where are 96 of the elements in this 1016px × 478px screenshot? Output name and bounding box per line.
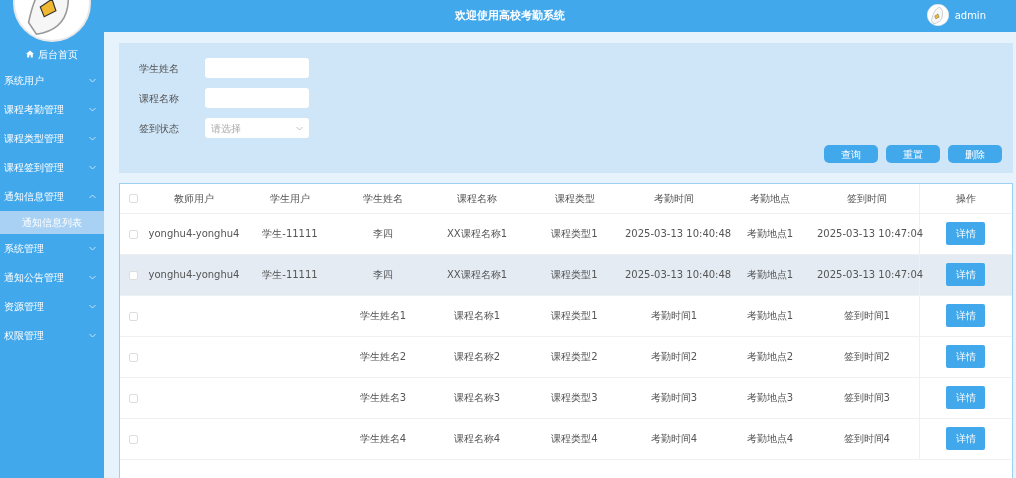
chevron-up-icon [89,194,96,199]
placeholder-text: 请选择 [211,121,241,136]
home-icon [26,50,34,58]
table-cell: 课程类型3 [551,392,598,403]
details-button[interactable]: 详情 [946,222,986,245]
checkbox[interactable] [128,352,138,362]
chevron-down-icon [89,333,96,338]
table-cell: yonghu4-yonghu4 [148,228,240,239]
action-button[interactable]: 查询 [824,145,878,163]
checkbox[interactable] [128,311,138,321]
chevron-down-icon [89,136,96,141]
table-cell: 考勤地点1 [746,269,794,280]
chevron-down-icon [89,165,96,170]
table-cell: 学生姓名1 [359,310,407,321]
table-cell: 考勤时间3 [650,392,698,403]
table-cell: 课程名称1 [453,310,501,321]
column-header: 操作 [955,192,976,204]
column-header: 课程类型 [554,192,595,204]
table-cell: 考勤地点4 [746,433,794,444]
table-cell: XX课程名称1 [446,228,508,239]
chevron-down-icon [89,246,96,251]
field-label: 课程名称 [139,91,180,106]
table-cell: 学生-11111 [262,228,318,239]
table-cell: 考勤地点2 [746,351,794,362]
input-field[interactable] [205,58,309,78]
table-cell: 学生姓名2 [359,351,407,362]
user-name: admin [954,8,986,23]
table-cell: 签到时间1 [843,310,890,321]
table-cell: 课程类型4 [551,433,598,444]
sidebar-item[interactable]: 权限管理 [0,321,104,350]
input-field[interactable] [205,88,309,108]
sidebar-item[interactable]: 课程签到管理 [0,153,104,182]
column-header: 考勤时间 [654,192,694,204]
table-cell: 2025-03-13 10:47:04 [817,269,924,280]
table-cell: 签到时间3 [843,392,890,403]
field-label: 学生姓名 [139,61,180,76]
details-button[interactable]: 详情 [946,386,986,409]
table-cell: 2025-03-13 10:47:04 [817,228,924,239]
table-cell: 课程类型1 [551,269,598,280]
column-header: 学生姓名 [363,192,403,204]
table-cell: 2025-03-13 10:40:48 [625,269,732,280]
table-cell: 李四 [373,228,393,239]
checkbox[interactable] [128,194,138,204]
table-cell: 考勤地点1 [746,228,794,239]
select-field[interactable]: 请选择 [205,118,309,138]
table-cell: 李四 [373,269,393,280]
table-cell: 课程名称3 [453,392,501,403]
checkbox[interactable] [128,270,138,280]
table-cell: 学生姓名4 [359,433,407,444]
checkbox[interactable] [128,229,138,239]
table-cell: yonghu4-yonghu4 [148,269,240,280]
chevron-down-icon [89,275,96,280]
chevron-down-icon [89,78,96,83]
table-cell: 签到时间2 [843,351,890,362]
table-cell: 课程类型2 [551,351,598,362]
checkbox[interactable] [128,393,138,403]
page-title: 欢迎使用高校考勤系统 [455,7,565,24]
table-cell: 课程名称2 [453,351,501,362]
details-button[interactable]: 详情 [946,304,986,327]
details-button[interactable]: 详情 [946,427,986,450]
action-button[interactable]: 重置 [886,145,940,163]
column-header: 学生用户 [270,192,310,204]
table-cell: 课程类型1 [551,228,598,239]
table-cell: 考勤地点3 [746,392,794,403]
table-cell: 课程名称4 [453,433,501,444]
sidebar-item[interactable]: 课程考勤管理 [0,95,104,124]
home-link[interactable]: 后台首页 [0,42,104,66]
details-button[interactable]: 详情 [946,345,986,368]
table-cell: 考勤时间4 [650,433,698,444]
checkbox[interactable] [128,434,138,444]
column-header: 签到时间 [846,192,887,204]
table-cell: 签到时间4 [843,433,890,444]
table-cell: 课程类型1 [551,310,598,321]
column-header: 教师用户 [174,192,214,204]
table-cell: 考勤时间2 [650,351,698,362]
table-cell: 考勤时间1 [650,310,698,321]
table-cell: 2025-03-13 10:40:48 [625,228,732,239]
column-header: 考勤地点 [750,192,790,204]
chevron-down-icon [89,107,96,112]
sidebar-item[interactable]: 通知信息管理 [0,182,104,211]
chevron-down-icon [89,304,96,309]
sidebar-item[interactable]: 通知公告管理 [0,263,104,292]
table-cell: 考勤地点1 [746,310,794,321]
table-cell: 学生姓名3 [359,392,407,403]
table-cell: XX课程名称1 [446,269,508,280]
sidebar-item[interactable]: 系统用户 [0,66,104,95]
submenu-item[interactable]: 通知信息列表 [0,211,104,234]
action-button[interactable]: 删除 [948,145,1002,163]
column-header: 课程名称 [457,192,497,204]
sidebar-item[interactable]: 课程类型管理 [0,124,104,153]
details-button[interactable]: 详情 [946,263,986,286]
sidebar-item[interactable]: 系统管理 [0,234,104,263]
sidebar-item[interactable]: 资源管理 [0,292,104,321]
chevron-down-icon [296,125,303,131]
field-label: 签到状态 [139,121,180,136]
table-cell: 学生-11111 [262,269,318,280]
